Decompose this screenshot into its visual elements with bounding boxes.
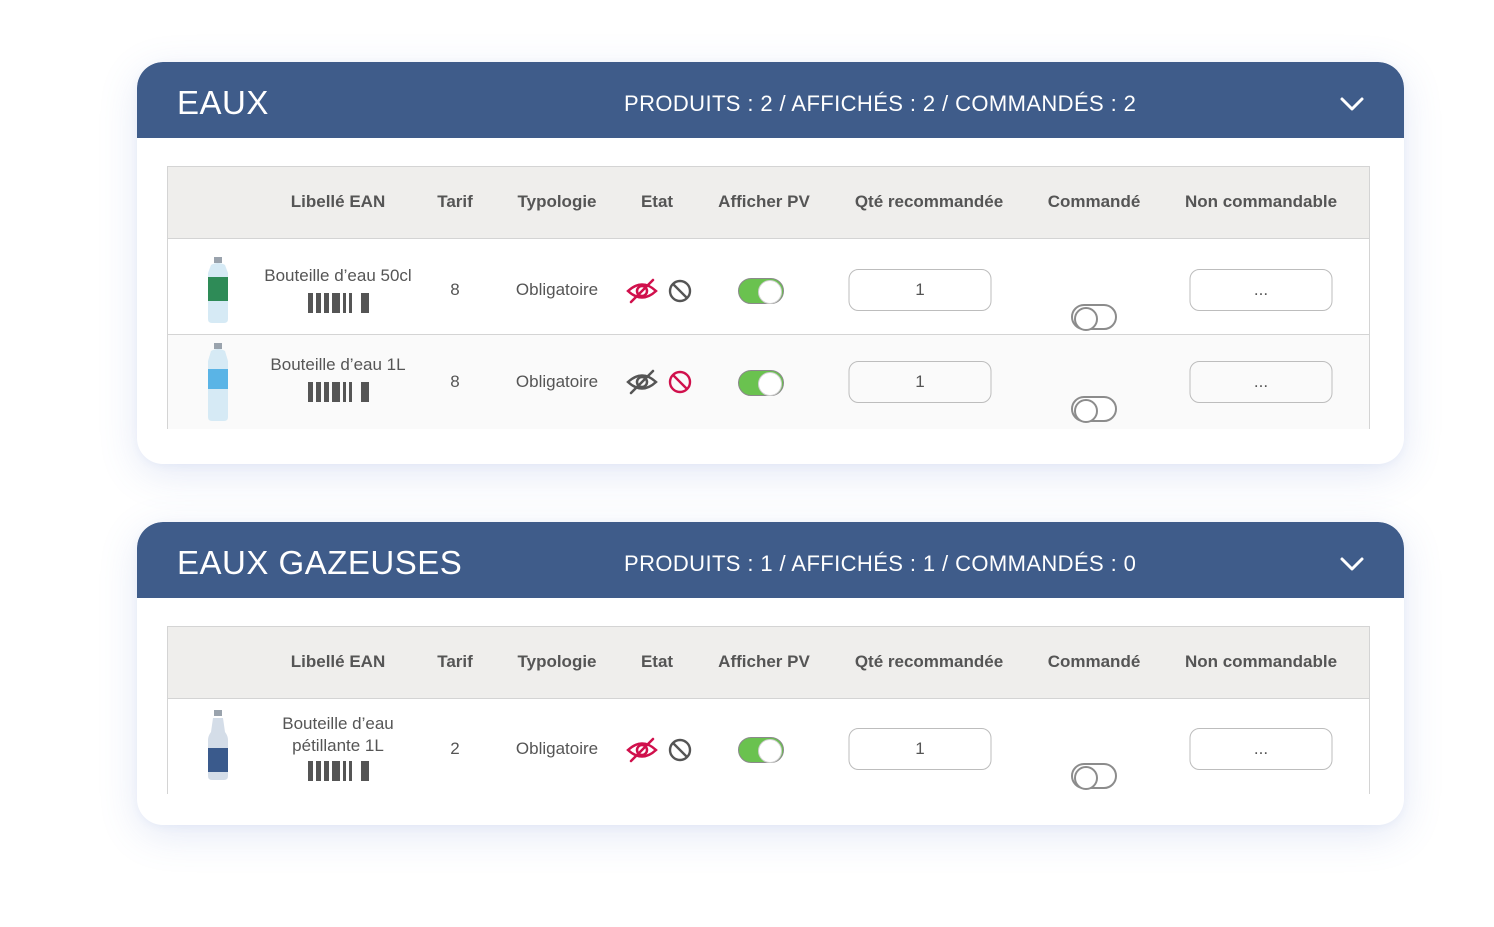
eye-off-icon[interactable] bbox=[626, 278, 658, 304]
eye-off-icon[interactable] bbox=[626, 737, 658, 763]
product-label: Bouteille d’eau pétillante 1L bbox=[282, 714, 394, 755]
barcode-icon bbox=[258, 293, 418, 313]
chevron-down-icon[interactable] bbox=[1338, 550, 1366, 578]
tarif-value: 8 bbox=[450, 280, 460, 299]
barcode-icon bbox=[258, 761, 418, 781]
non-commandable-input[interactable] bbox=[1189, 269, 1333, 311]
category-header[interactable]: EAUX GAZEUSES PRODUITS : 1 / AFFICHÉS : … bbox=[137, 522, 1404, 598]
category-stats: PRODUITS : 2 / AFFICHÉS : 2 / COMMANDÉS … bbox=[624, 91, 1137, 116]
non-commandable-cell bbox=[1189, 361, 1333, 403]
barcode-icon bbox=[258, 382, 418, 402]
category-title: EAUX bbox=[177, 84, 269, 121]
table-row: Bouteille d’eau 50cl 8 Obligatoire bbox=[168, 239, 1369, 334]
column-header-tarif: Tarif bbox=[437, 192, 473, 211]
column-header-typologie: Typologie bbox=[517, 652, 597, 671]
bottle-icon bbox=[208, 257, 228, 323]
commande-toggle[interactable] bbox=[1071, 396, 1117, 423]
category-title: EAUX GAZEUSES bbox=[177, 544, 463, 581]
afficher-pv-toggle[interactable] bbox=[738, 737, 784, 763]
table-header: Libellé EAN Tarif Typologie Etat Affiche… bbox=[168, 627, 1369, 699]
tarif-value: 8 bbox=[450, 372, 460, 391]
etat-icons bbox=[626, 369, 692, 395]
product-label-cell: Bouteille d’eau 50cl bbox=[258, 265, 418, 313]
column-header-typologie: Typologie bbox=[517, 192, 597, 211]
products-table: Libellé EAN Tarif Typologie Etat Affiche… bbox=[167, 626, 1370, 794]
qte-cell bbox=[848, 728, 992, 770]
tarif-value: 2 bbox=[450, 739, 460, 758]
column-header-commande: Commandé bbox=[1047, 192, 1141, 211]
afficher-pv-toggle[interactable] bbox=[738, 278, 784, 304]
column-header-qte-recommandee: Qté recommandée bbox=[854, 192, 1004, 211]
non-commandable-input[interactable] bbox=[1189, 361, 1333, 403]
bottle-icon bbox=[208, 710, 228, 780]
qte-recommandee-input[interactable] bbox=[848, 361, 992, 403]
non-commandable-input[interactable] bbox=[1189, 728, 1333, 770]
bottle-icon bbox=[208, 343, 228, 421]
etat-icons bbox=[626, 278, 692, 304]
chevron-down-icon[interactable] bbox=[1338, 90, 1366, 118]
column-header-qte-recommandee: Qté recommandée bbox=[854, 652, 1004, 671]
qte-recommandee-input[interactable] bbox=[848, 269, 992, 311]
column-header-non-commandable: Non commandable bbox=[1184, 652, 1338, 671]
category-header[interactable]: EAUX PRODUITS : 2 / AFFICHÉS : 2 / COMMA… bbox=[137, 62, 1404, 138]
block-icon[interactable] bbox=[668, 370, 692, 394]
column-header-etat: Etat bbox=[640, 192, 674, 211]
products-table: Libellé EAN Tarif Typologie Etat Affiche… bbox=[167, 166, 1370, 429]
non-commandable-cell bbox=[1189, 728, 1333, 770]
etat-icons bbox=[626, 737, 692, 763]
product-label-cell: Bouteille d’eau 1L bbox=[258, 354, 418, 402]
category-card-eaux-gazeuses: EAUX GAZEUSES PRODUITS : 1 / AFFICHÉS : … bbox=[137, 522, 1404, 825]
block-icon[interactable] bbox=[668, 738, 692, 762]
qte-cell bbox=[848, 269, 992, 311]
afficher-pv-toggle[interactable] bbox=[738, 370, 784, 396]
column-header-afficher-pv: Afficher PV bbox=[718, 652, 810, 671]
category-stats: PRODUITS : 1 / AFFICHÉS : 1 / COMMANDÉS … bbox=[624, 551, 1137, 576]
commande-toggle[interactable] bbox=[1071, 304, 1117, 331]
eye-off-icon[interactable] bbox=[626, 369, 658, 395]
qte-cell bbox=[848, 361, 992, 403]
qte-recommandee-input[interactable] bbox=[848, 728, 992, 770]
block-icon[interactable] bbox=[668, 279, 692, 303]
typologie-value: Obligatoire bbox=[515, 280, 599, 299]
typologie-value: Obligatoire bbox=[515, 372, 599, 391]
column-header-non-commandable: Non commandable bbox=[1184, 192, 1338, 211]
column-header-tarif: Tarif bbox=[437, 652, 473, 671]
column-header-commande: Commandé bbox=[1047, 652, 1141, 671]
typologie-value: Obligatoire bbox=[515, 739, 599, 758]
table-header: Libellé EAN Tarif Typologie Etat Affiche… bbox=[168, 167, 1369, 239]
non-commandable-cell bbox=[1189, 269, 1333, 311]
commande-toggle[interactable] bbox=[1071, 763, 1117, 790]
column-header-afficher-pv: Afficher PV bbox=[718, 192, 810, 211]
column-header-libelle: Libellé EAN bbox=[290, 652, 386, 671]
category-card-eaux: EAUX PRODUITS : 2 / AFFICHÉS : 2 / COMMA… bbox=[137, 62, 1404, 464]
table-row: Bouteille d’eau pétillante 1L 2 Obligato… bbox=[168, 699, 1369, 794]
product-label: Bouteille d’eau 1L bbox=[270, 355, 406, 374]
column-header-libelle: Libellé EAN bbox=[290, 192, 386, 211]
product-label-cell: Bouteille d’eau pétillante 1L bbox=[258, 713, 418, 781]
column-header-etat: Etat bbox=[640, 652, 674, 671]
table-row: Bouteille d’eau 1L 8 Obligatoire bbox=[168, 334, 1369, 429]
product-label: Bouteille d’eau 50cl bbox=[264, 266, 412, 285]
